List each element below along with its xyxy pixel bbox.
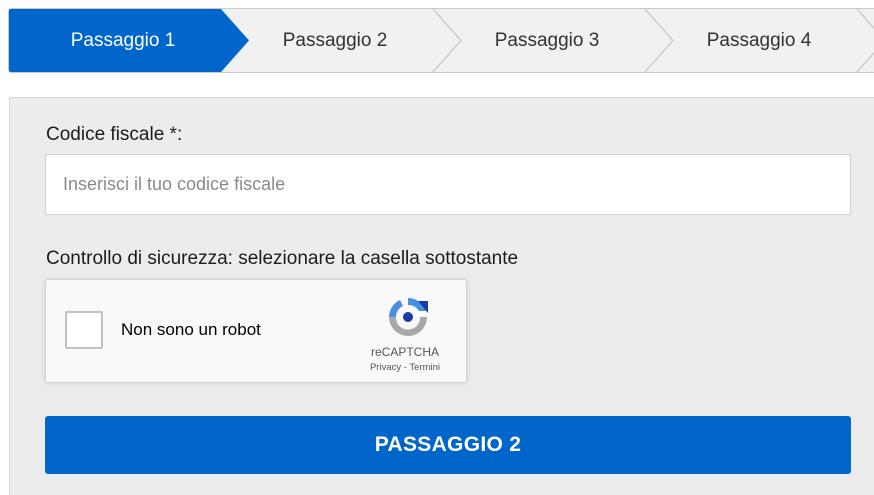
step-4: Passaggio 4 <box>706 30 812 51</box>
recaptcha-checkbox-label: Non sono un robot <box>121 320 261 339</box>
recaptcha-widget: Non sono un robot reCAPTCHA Privacy - Te… <box>45 279 467 383</box>
recaptcha-logo-icon <box>389 298 428 336</box>
security-check-label: Controllo di sicurezza: selezionare la c… <box>46 248 519 269</box>
step-2: Passaggio 2 <box>282 30 388 51</box>
next-step-button[interactable]: PASSAGGIO 2 <box>45 416 851 474</box>
codice-fiscale-input[interactable] <box>45 154 851 215</box>
step-3: Passaggio 3 <box>494 30 600 51</box>
terms-link[interactable]: Termini <box>409 362 440 373</box>
page: Passaggio 1 Passaggio 2 Passaggio 3 Pass… <box>0 0 874 495</box>
recaptcha-brand: reCAPTCHA <box>370 345 439 359</box>
recaptcha-checkbox[interactable] <box>65 311 103 349</box>
step-1: Passaggio 1 <box>70 30 176 51</box>
privacy-link[interactable]: Privacy <box>370 362 401 373</box>
recaptcha-links: Privacy - Termini <box>350 362 460 373</box>
progress-stepper: Passaggio 1 Passaggio 2 Passaggio 3 Pass… <box>8 8 874 73</box>
codice-fiscale-label: Codice fiscale *: <box>46 124 183 145</box>
